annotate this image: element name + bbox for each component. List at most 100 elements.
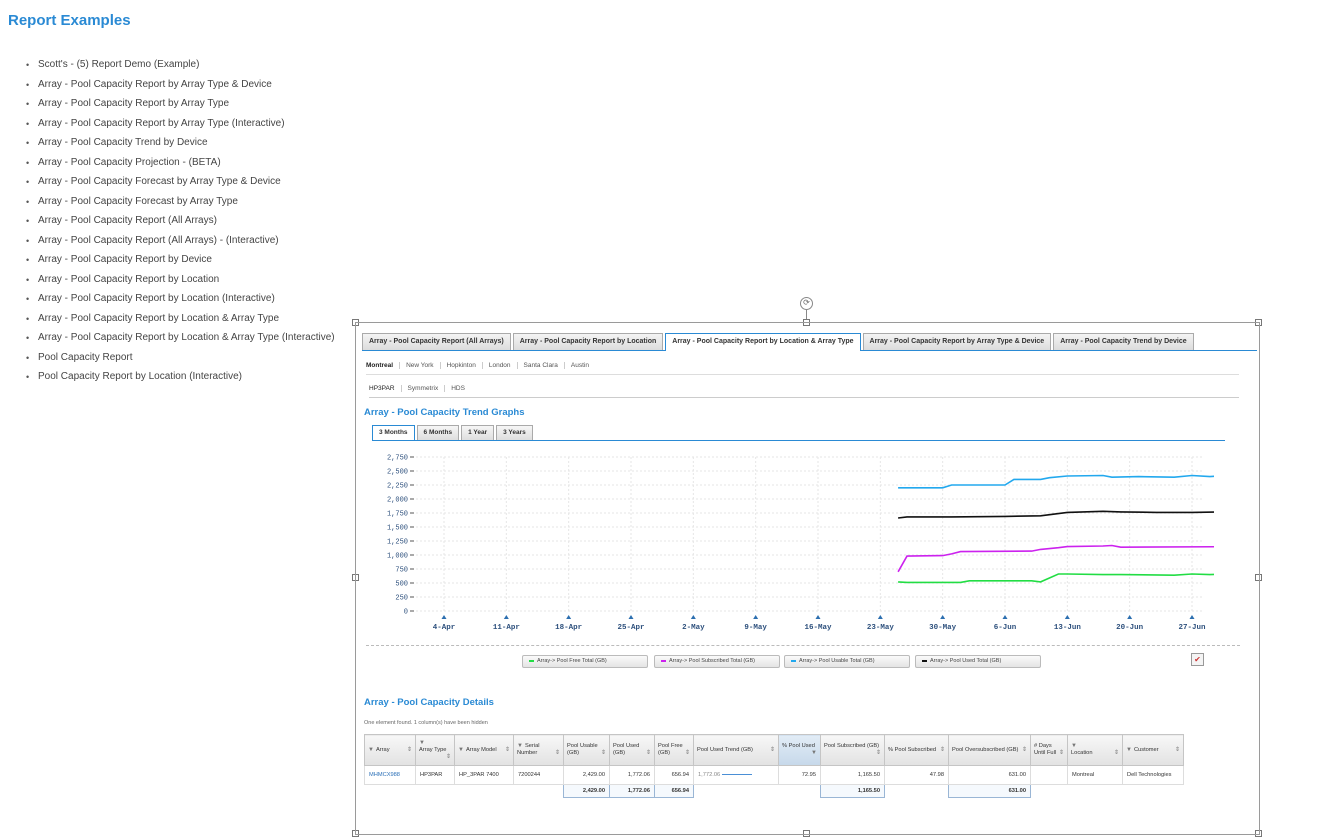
report-link[interactable]: Array - Pool Capacity Report by Array Ty… [24, 97, 335, 117]
x-tick-marker [441, 615, 447, 619]
legend-label: Array-> Pool Subscribed Total (GB) [669, 658, 755, 664]
tab-by-array-type-device[interactable]: Array - Pool Capacity Report by Array Ty… [862, 333, 1052, 350]
y-tick-label: 2,000 [387, 497, 408, 505]
legend-used[interactable]: Array-> Pool Used Total (GB) [915, 655, 1041, 668]
report-link[interactable]: Array - Pool Capacity Report by Array Ty… [24, 117, 335, 137]
sort-icon[interactable]: ⇕ [505, 747, 510, 754]
x-tick-marker [940, 615, 946, 619]
x-tick-marker [566, 615, 572, 619]
report-link[interactable]: Array - Pool Capacity Report by Location… [24, 331, 335, 351]
x-tick-marker [1127, 615, 1133, 619]
x-tick-label: 13-Jun [1054, 624, 1082, 632]
report-link[interactable]: Array - Pool Capacity Report by Array Ty… [24, 78, 335, 98]
tab-by-location-array-type[interactable]: Array - Pool Capacity Report by Location… [665, 333, 861, 351]
report-link[interactable]: Array - Pool Capacity Report by Device [24, 253, 335, 273]
y-tick-label: 2,750 [387, 455, 408, 463]
legend-usable[interactable]: Array-> Pool Usable Total (GB) [784, 655, 910, 668]
report-link[interactable]: Array - Pool Capacity Report by Location… [24, 292, 335, 312]
total-pool-used: 1,772.06 [609, 784, 655, 798]
chart-export-icon[interactable]: ✔ [1191, 653, 1204, 666]
report-link[interactable]: Array - Pool Capacity Trend by Device [24, 136, 335, 156]
cell-array[interactable]: MHMCX988 [364, 765, 416, 785]
col-header-array-type[interactable]: ▼ Array Type ⇕ [415, 734, 455, 766]
sort-icon[interactable]: ⇕ [646, 750, 651, 757]
location-montreal[interactable]: Montreal [366, 361, 401, 369]
report-link[interactable]: Pool Capacity Report by Location (Intera… [24, 370, 335, 390]
col-header-pool-used-trend[interactable]: Pool Used Trend (GB) ⇕ [693, 734, 779, 766]
page-title: Report Examples [8, 12, 131, 29]
tab-trend-by-device[interactable]: Array - Pool Capacity Trend by Device [1053, 333, 1194, 350]
col-header-serial-number[interactable]: ▼ Serial Number ⇕ [513, 734, 564, 766]
sort-icon[interactable]: ⇕ [770, 747, 775, 754]
filter-icon[interactable]: ▼ [1126, 747, 1132, 754]
report-link[interactable]: Array - Pool Capacity Forecast by Array … [24, 195, 335, 215]
embedded-report-frame[interactable]: Array - Pool Capacity Report (All Arrays… [355, 322, 1260, 835]
tab-all-arrays[interactable]: Array - Pool Capacity Report (All Arrays… [362, 333, 511, 350]
filter-icon[interactable]: ▼ [419, 740, 425, 747]
report-link[interactable]: Array - Pool Capacity Report by Location… [24, 312, 335, 332]
location-santa-clara[interactable]: Santa Clara [518, 361, 565, 369]
sort-icon[interactable]: ⇕ [940, 747, 945, 754]
x-tick-marker [753, 615, 759, 619]
tab-3-months[interactable]: 3 Months [372, 425, 415, 440]
x-tick-marker [815, 615, 821, 619]
col-header-days-until-full[interactable]: # Days Until Full ⇕ [1030, 734, 1068, 766]
legend-swatch [529, 659, 534, 662]
x-tick-label: 9-May [744, 624, 767, 632]
tab-3-years[interactable]: 3 Years [496, 425, 533, 440]
filter-icon[interactable]: ▼ [517, 743, 523, 750]
report-link[interactable]: Scott's - (5) Report Demo (Example) [24, 58, 335, 78]
col-header-array[interactable]: ▼ Array ⇕ [364, 734, 416, 766]
sort-icon[interactable]: ⇕ [876, 750, 881, 757]
sort-icon[interactable]: ⇕ [685, 750, 690, 757]
array-type-symmetrix[interactable]: Symmetrix [402, 384, 446, 392]
col-header-customer[interactable]: ▼ Customer ⇕ [1122, 734, 1184, 766]
col-header-pool-oversubscribed[interactable]: Pool Oversubscribed (GB) ⇕ [948, 734, 1031, 766]
sort-icon[interactable]: ⇕ [555, 750, 560, 757]
legend-subscribed[interactable]: Array-> Pool Subscribed Total (GB) [654, 655, 780, 668]
col-header-array-model[interactable]: ▼ Array Model ⇕ [454, 734, 514, 766]
report-link[interactable]: Array - Pool Capacity Forecast by Array … [24, 175, 335, 195]
sort-icon[interactable]: ⇕ [1114, 750, 1119, 757]
tab-6-months[interactable]: 6 Months [416, 425, 460, 440]
location-hopkinton[interactable]: Hopkinton [441, 361, 483, 369]
col-header-pool-subscribed[interactable]: Pool Subscribed (GB) ⇕ [820, 734, 885, 766]
array-type-hp3par[interactable]: HP3PAR [369, 384, 402, 392]
report-link[interactable]: Array - Pool Capacity Report (All Arrays… [24, 234, 335, 254]
filter-icon[interactable]: ▼ [1071, 743, 1077, 750]
col-header-pct-pool-used[interactable]: % Pool Used ▼ [778, 734, 821, 766]
details-section-title: Array - Pool Capacity Details [364, 697, 494, 708]
series-line [898, 573, 1214, 584]
filter-icon[interactable]: ▼ [368, 747, 374, 754]
sort-icon[interactable]: ⇕ [1022, 747, 1027, 754]
x-tick-label: 16-May [804, 624, 832, 632]
report-link[interactable]: Array - Pool Capacity Report (All Arrays… [24, 214, 335, 234]
range-tabs: 3 Months 6 Months 1 Year 3 Years [372, 425, 1225, 441]
col-header-location[interactable]: ▼ Location ⇕ [1067, 734, 1123, 766]
x-tick-label: 30-May [929, 624, 957, 632]
sort-icon[interactable]: ⇕ [601, 750, 606, 757]
sort-desc-icon[interactable]: ▼ [811, 750, 817, 757]
location-austin[interactable]: Austin [565, 362, 595, 369]
col-header-pct-pool-subscribed[interactable]: % Pool Subscribed ⇕ [884, 734, 949, 766]
cell-serial-number: 7200244 [513, 765, 564, 785]
sort-icon[interactable]: ⇕ [446, 754, 451, 761]
location-london[interactable]: London [483, 361, 518, 369]
sort-icon[interactable]: ⇕ [1175, 747, 1180, 754]
report-link[interactable]: Array - Pool Capacity Report by Location [24, 273, 335, 293]
hidden-columns-note: One element found. 1 column(s) have been… [364, 720, 488, 726]
totals-row: 2,429.00 1,772.06 656.94 1,165.50 631.00 [365, 784, 1184, 798]
array-type-hds[interactable]: HDS [445, 385, 471, 392]
report-link[interactable]: Pool Capacity Report [24, 351, 335, 371]
sort-icon[interactable]: ⇕ [407, 747, 412, 754]
col-header-pool-used[interactable]: Pool Used (GB) ⇕ [609, 734, 655, 766]
location-new-york[interactable]: New York [400, 361, 441, 369]
tab-by-location[interactable]: Array - Pool Capacity Report by Location [512, 333, 664, 350]
filter-icon[interactable]: ▼ [458, 747, 464, 754]
report-link[interactable]: Array - Pool Capacity Projection - (BETA… [24, 156, 335, 176]
tab-1-year[interactable]: 1 Year [461, 425, 495, 440]
legend-free[interactable]: Array-> Pool Free Total (GB) [522, 655, 648, 668]
col-header-pool-free[interactable]: Pool Free (GB) ⇕ [654, 734, 694, 766]
col-header-pool-usable[interactable]: Pool Usable (GB) ⇕ [563, 734, 610, 766]
sort-icon[interactable]: ⇕ [1059, 750, 1064, 757]
